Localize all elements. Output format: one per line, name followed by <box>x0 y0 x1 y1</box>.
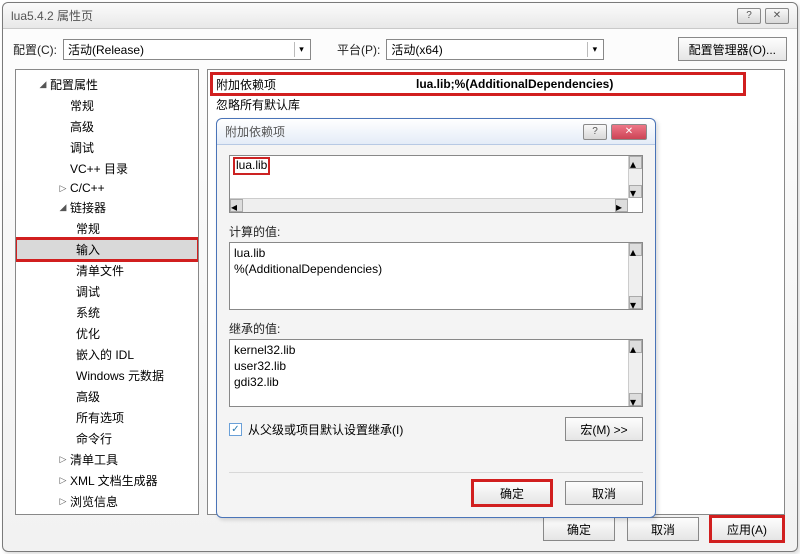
ok-button[interactable]: 确定 <box>473 481 551 505</box>
scroll-left-icon[interactable]: ◂ <box>230 199 243 212</box>
prop-value: lua.lib;%(AdditionalDependencies) <box>416 77 740 91</box>
expand-icon: ▷ <box>58 183 68 194</box>
modal-title: 附加依赖项 <box>225 123 579 140</box>
property-tree[interactable]: ◢配置属性 常规 高级 调试 VC++ 目录 ▷C/C++ ◢链接器 常规 输入… <box>15 69 199 515</box>
main-titlebar: lua5.4.2 属性页 ? ✕ <box>3 3 797 29</box>
ok-button[interactable]: 确定 <box>543 517 615 541</box>
config-label: 配置(C): <box>13 41 57 58</box>
platform-value: 活动(x64) <box>391 41 442 58</box>
list-item: kernel32.lib <box>234 342 638 358</box>
tree-node[interactable]: 调试 <box>16 281 198 302</box>
scroll-down-icon[interactable]: ▾ <box>629 393 642 406</box>
chevron-down-icon: ▾ <box>587 42 601 57</box>
tree-node[interactable]: ▷浏览信息 <box>16 491 198 512</box>
scroll-up-icon[interactable]: ▴ <box>629 340 642 353</box>
config-value: 活动(Release) <box>68 41 144 58</box>
tree-node[interactable]: VC++ 目录 <box>16 158 198 179</box>
horizontal-scrollbar[interactable]: ◂ ▸ <box>230 198 628 212</box>
tree-node-linker[interactable]: ◢链接器 <box>16 197 198 218</box>
prop-additional-deps[interactable]: 附加依赖项 lua.lib;%(AdditionalDependencies) <box>212 74 744 94</box>
tree-node[interactable]: 嵌入的 IDL <box>16 344 198 365</box>
tree-node[interactable]: 常规 <box>16 218 198 239</box>
list-item: user32.lib <box>234 358 638 374</box>
main-footer: 确定 取消 应用(A) <box>543 517 783 541</box>
tree-node-config[interactable]: ◢配置属性 <box>16 74 198 95</box>
config-manager-button[interactable]: 配置管理器(O)... <box>678 37 787 61</box>
deps-edit-area[interactable]: lua.lib ▴ ▾ ◂ ▸ <box>229 155 643 213</box>
prop-label: 忽略所有默认库 <box>216 96 416 113</box>
config-bar: 配置(C): 活动(Release) ▾ 平台(P): 活动(x64) ▾ 配置… <box>3 29 797 69</box>
scroll-right-icon[interactable]: ▸ <box>615 199 628 212</box>
inherit-row: ✓ 从父级或项目默认设置继承(I) 宏(M) >> <box>229 417 643 441</box>
tree-node[interactable]: ▷清单工具 <box>16 449 198 470</box>
tree-node[interactable]: 清单文件 <box>16 260 198 281</box>
tree-node[interactable]: Windows 元数据 <box>16 365 198 386</box>
scroll-up-icon[interactable]: ▴ <box>629 156 642 169</box>
apply-button[interactable]: 应用(A) <box>711 517 783 541</box>
list-item: gdi32.lib <box>234 374 638 390</box>
computed-label: 计算的值: <box>229 223 643 240</box>
tree-node[interactable]: 常规 <box>16 95 198 116</box>
modal-titlebar: 附加依赖项 ? ✕ <box>217 119 655 145</box>
prop-ignore-default-libs[interactable]: 忽略所有默认库 <box>212 94 780 114</box>
collapse-icon: ◢ <box>38 79 48 90</box>
inherit-checkbox[interactable]: ✓ <box>229 423 242 436</box>
tree-node[interactable]: 系统 <box>16 302 198 323</box>
cancel-button[interactable]: 取消 <box>627 517 699 541</box>
expand-icon: ▷ <box>58 496 68 507</box>
tree-node[interactable]: 高级 <box>16 386 198 407</box>
modal-footer: 确定 取消 <box>229 472 643 505</box>
tree-node-linker-input[interactable]: 输入 <box>16 239 198 260</box>
config-combo[interactable]: 活动(Release) ▾ <box>63 39 311 60</box>
tree-node[interactable]: 命令行 <box>16 428 198 449</box>
expand-icon: ▷ <box>58 475 68 486</box>
tree-node[interactable]: 所有选项 <box>16 407 198 428</box>
scroll-up-icon[interactable]: ▴ <box>629 243 642 256</box>
prop-label: 附加依赖项 <box>216 76 416 93</box>
platform-combo[interactable]: 活动(x64) ▾ <box>386 39 604 60</box>
cancel-button[interactable]: 取消 <box>565 481 643 505</box>
inherit-checkbox-label: 从父级或项目默认设置继承(I) <box>248 421 403 438</box>
window-title: lua5.4.2 属性页 <box>11 7 733 24</box>
chevron-down-icon: ▾ <box>294 42 308 57</box>
close-button[interactable]: ✕ <box>765 8 789 24</box>
inherited-label: 继承的值: <box>229 320 643 337</box>
computed-list: lua.lib %(AdditionalDependencies) ▴ ▾ <box>229 242 643 310</box>
tree-node[interactable]: ▷XML 文档生成器 <box>16 470 198 491</box>
list-item: %(AdditionalDependencies) <box>234 261 638 277</box>
vertical-scrollbar[interactable]: ▴ ▾ <box>628 243 642 309</box>
vertical-scrollbar[interactable]: ▴ ▾ <box>628 156 642 198</box>
expand-icon: ▷ <box>58 454 68 465</box>
help-button[interactable]: ? <box>583 124 607 140</box>
help-button[interactable]: ? <box>737 8 761 24</box>
tree-node[interactable]: 高级 <box>16 116 198 137</box>
tree-node[interactable]: 优化 <box>16 323 198 344</box>
vertical-scrollbar[interactable]: ▴ ▾ <box>628 340 642 406</box>
tree-node-cpp[interactable]: ▷C/C++ <box>16 179 198 197</box>
inherited-list: kernel32.lib user32.lib gdi32.lib ▴ ▾ <box>229 339 643 407</box>
list-item: lua.lib <box>234 245 638 261</box>
scroll-down-icon[interactable]: ▾ <box>629 296 642 309</box>
scroll-down-icon[interactable]: ▾ <box>629 185 642 198</box>
deps-input-value: lua.lib <box>234 158 269 174</box>
collapse-icon: ◢ <box>58 202 68 213</box>
additional-deps-dialog: 附加依赖项 ? ✕ lua.lib ▴ ▾ ◂ ▸ 计算的值: lua.lib … <box>216 118 656 518</box>
tree-node[interactable]: 调试 <box>16 137 198 158</box>
macro-button[interactable]: 宏(M) >> <box>565 417 643 441</box>
close-button[interactable]: ✕ <box>611 124 647 140</box>
platform-label: 平台(P): <box>337 41 380 58</box>
